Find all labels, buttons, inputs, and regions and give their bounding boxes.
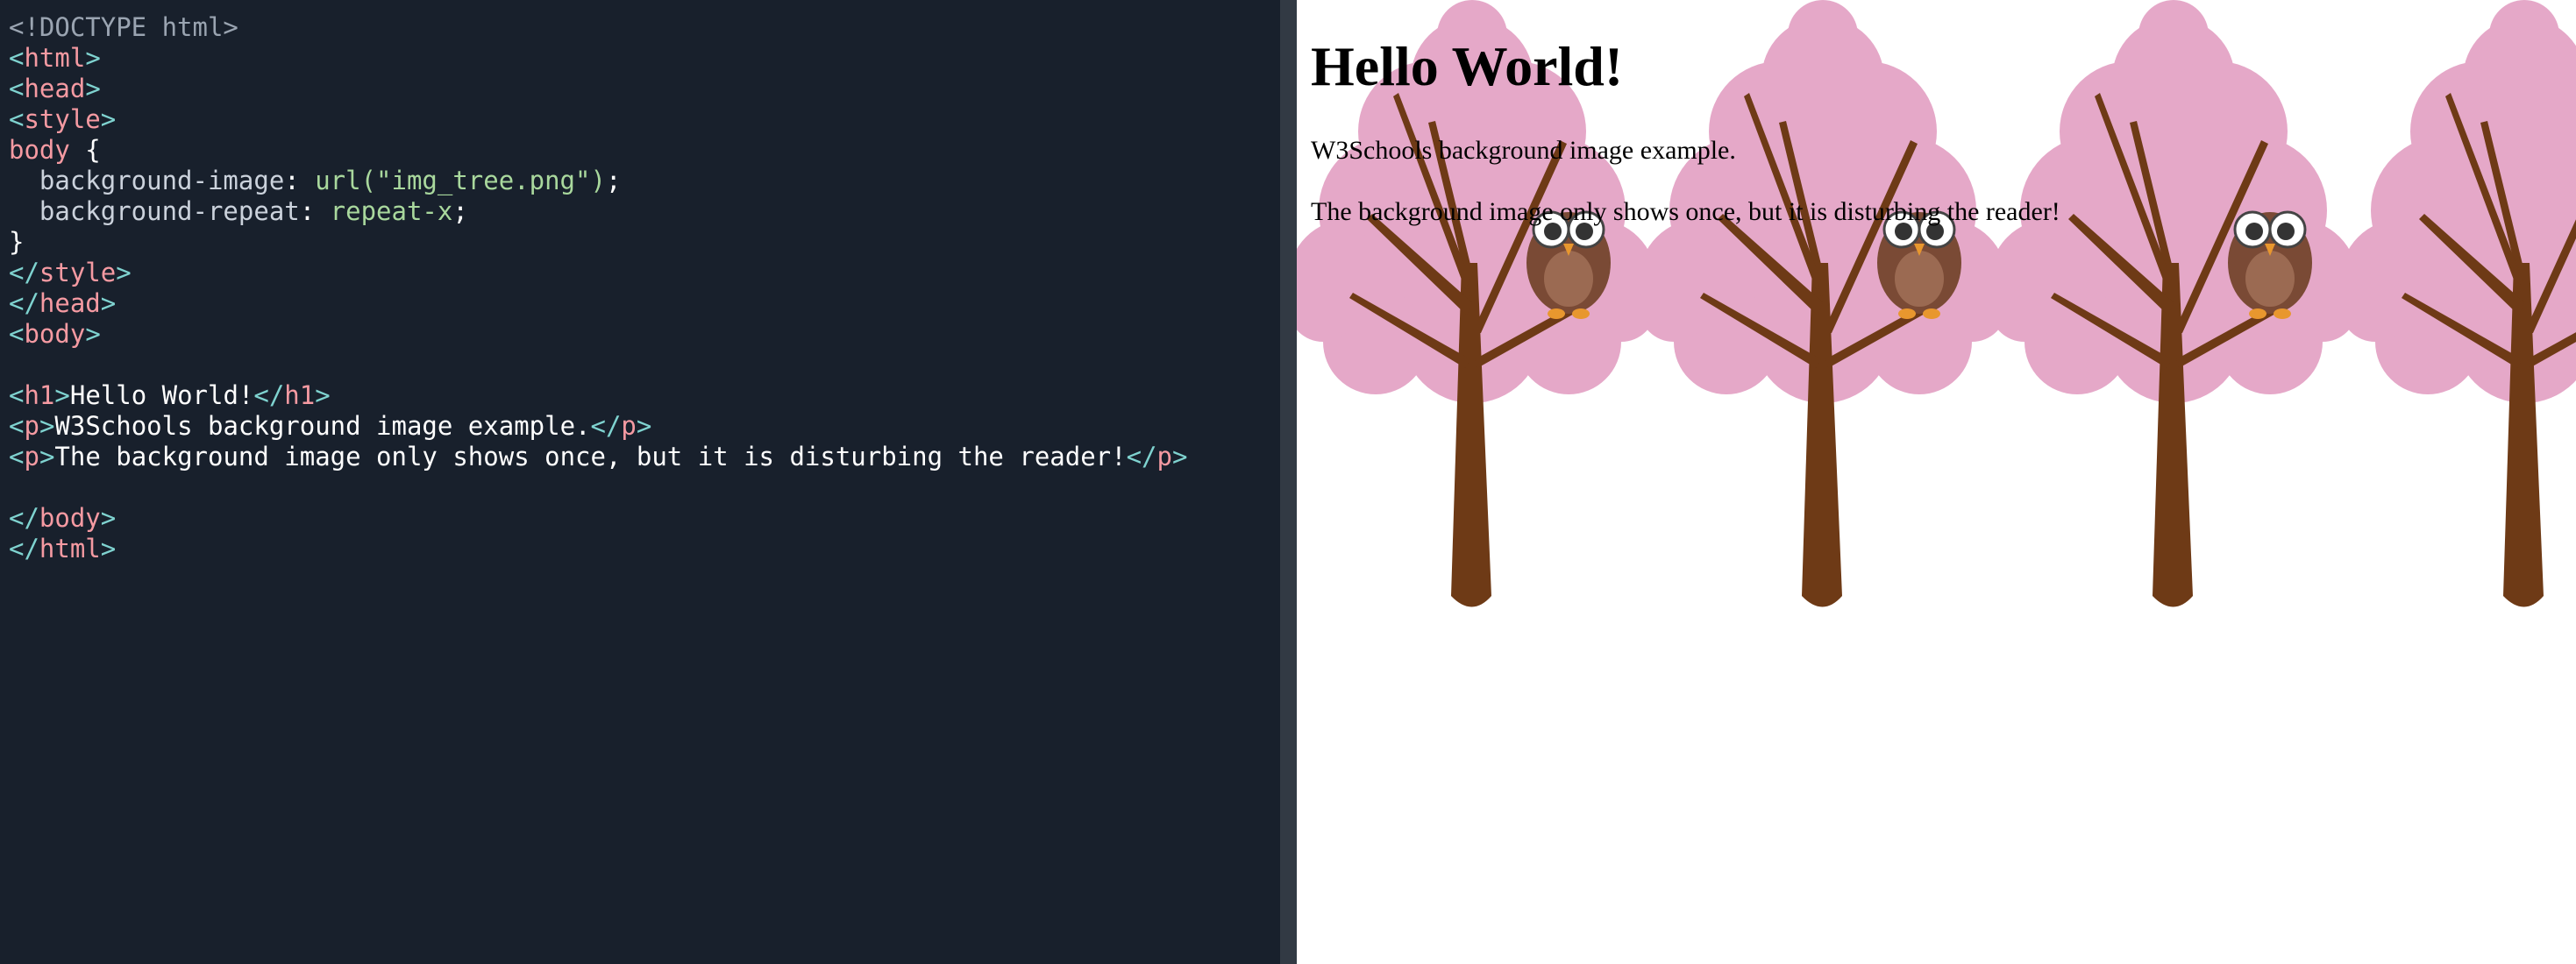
tryit-workspace: <!DOCTYPE html> <html> <head> <style> body {… bbox=[0, 0, 2576, 964]
result-preview: Hello World! W3Schools background image … bbox=[1297, 0, 2576, 964]
code-token: > bbox=[39, 442, 55, 471]
code-token: > bbox=[54, 380, 70, 410]
code-token: html bbox=[39, 534, 101, 564]
code-token: ) bbox=[590, 166, 606, 195]
code-token: "img_tree.png" bbox=[376, 166, 591, 195]
code-token: background-repeat bbox=[39, 196, 300, 226]
code-token: </ bbox=[9, 288, 39, 318]
code-line: body { bbox=[9, 135, 1280, 166]
code-token: < bbox=[9, 411, 25, 441]
code-line: </head> bbox=[9, 288, 1280, 319]
code-token: </ bbox=[9, 534, 39, 564]
code-token: > bbox=[1171, 442, 1188, 471]
result-paragraph-2: The background image only shows once, bu… bbox=[1311, 197, 2060, 226]
code-line: <style> bbox=[9, 104, 1280, 135]
code-editor[interactable]: <!DOCTYPE html> <html> <head> <style> body {… bbox=[0, 0, 1280, 964]
code-token: body bbox=[39, 503, 101, 533]
code-token: repeat-x bbox=[330, 196, 453, 226]
code-token: url( bbox=[315, 166, 377, 195]
code-token: p bbox=[24, 411, 39, 441]
code-line: <h1>Hello World!</h1> bbox=[9, 380, 1280, 411]
code-token: > bbox=[85, 319, 101, 349]
code-token: h1 bbox=[24, 380, 55, 410]
code-token: > bbox=[100, 104, 117, 134]
code-token: < bbox=[9, 380, 25, 410]
code-token: The background image only shows once, bu… bbox=[54, 442, 1127, 471]
code-line: <p>W3Schools background image example.</… bbox=[9, 411, 1280, 442]
code-line: <p>The background image only shows once,… bbox=[9, 442, 1280, 472]
code-token: </ bbox=[253, 380, 285, 410]
code-token: ; bbox=[452, 196, 468, 226]
code-token: > bbox=[100, 534, 117, 564]
code-token: > bbox=[85, 43, 101, 73]
code-token: </ bbox=[1126, 442, 1157, 471]
result-page-content: Hello World! W3Schools background image … bbox=[1311, 0, 2556, 258]
code-token: : bbox=[299, 196, 331, 226]
code-line: </style> bbox=[9, 258, 1280, 288]
result-paragraph-1: W3Schools background image example. bbox=[1311, 136, 1736, 165]
code-token: p bbox=[1156, 442, 1172, 471]
code-line: <body> bbox=[9, 319, 1280, 350]
code-token: W3Schools background image example. bbox=[54, 411, 591, 441]
code-token: body bbox=[24, 319, 86, 349]
code-token: > bbox=[315, 380, 331, 410]
code-token: h1 bbox=[284, 380, 316, 410]
code-token: Hello World! bbox=[69, 380, 254, 410]
code-token: < bbox=[9, 319, 25, 349]
code-token: > bbox=[116, 258, 132, 287]
code-token: </ bbox=[590, 411, 622, 441]
code-token: head bbox=[39, 288, 101, 318]
code-token: < bbox=[9, 442, 25, 471]
code-token: > bbox=[636, 411, 652, 441]
result-heading: Hello World! bbox=[1311, 35, 1624, 97]
code-token: </ bbox=[9, 503, 39, 533]
code-token: ; bbox=[605, 166, 622, 195]
code-token: < bbox=[9, 43, 25, 73]
code-token: background-image bbox=[39, 166, 285, 195]
code-line: <!DOCTYPE html> bbox=[9, 12, 1280, 43]
code-token: > bbox=[85, 74, 101, 103]
code-line: background-repeat: repeat-x; bbox=[9, 196, 1280, 227]
code-line: </html> bbox=[9, 534, 1280, 564]
code-line: <html> bbox=[9, 43, 1280, 74]
code-token: > bbox=[100, 288, 117, 318]
code-token: < bbox=[9, 104, 25, 134]
code-token: </ bbox=[9, 258, 39, 287]
code-token: } bbox=[9, 227, 25, 257]
code-token: body bbox=[9, 135, 70, 165]
code-token: <!DOCTYPE html> bbox=[9, 12, 238, 42]
code-line: </body> bbox=[9, 503, 1280, 534]
code-line: } bbox=[9, 227, 1280, 258]
code-line: <head> bbox=[9, 74, 1280, 104]
code-token: p bbox=[621, 411, 637, 441]
code-token: p bbox=[24, 442, 39, 471]
code-token: html bbox=[24, 43, 86, 73]
code-line: background-image: url("img_tree.png"); bbox=[9, 166, 1280, 196]
code-token: > bbox=[39, 411, 55, 441]
code-token: < bbox=[9, 74, 25, 103]
code-token: style bbox=[24, 104, 101, 134]
code-token: : bbox=[284, 166, 316, 195]
code-token: style bbox=[39, 258, 117, 287]
code-token: head bbox=[24, 74, 86, 103]
code-token: { bbox=[69, 135, 101, 165]
code-token: > bbox=[100, 503, 117, 533]
pane-divider-handle[interactable] bbox=[1280, 0, 1297, 964]
